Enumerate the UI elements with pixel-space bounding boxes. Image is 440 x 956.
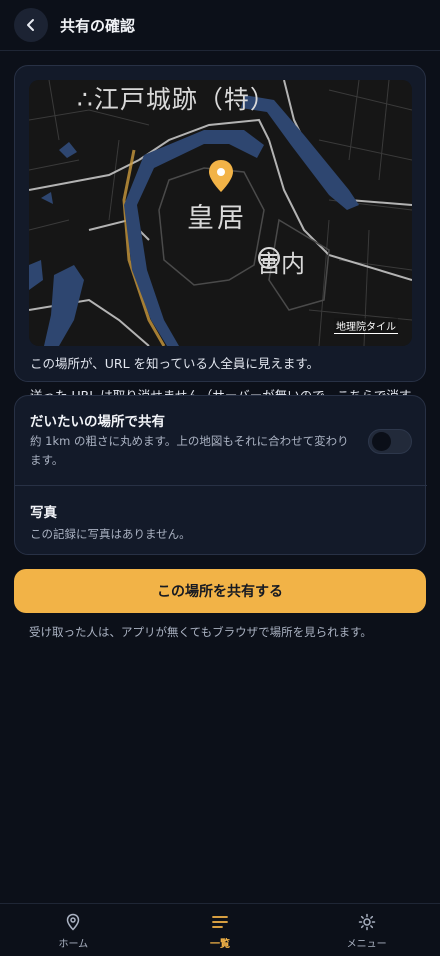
map-label-edo-castle: ∴江戸城跡（特） (77, 85, 276, 114)
share-hint: 受け取った人は、アプリが無くてもブラウザで場所を見られます。 (29, 625, 372, 639)
app-root: 共有の確認 ∴江戸城跡（特） 皇居 宮内 地理院タイル この場所が、URL を知… (0, 0, 440, 956)
nav-item-menu[interactable]: メニュー (293, 904, 440, 956)
map-label-imperial-palace: 皇居 (187, 203, 247, 234)
nav-label-home: ホーム (58, 939, 89, 950)
visibility-notice: この場所が、URL を知っている人全員に見えます。 (30, 356, 320, 371)
nav-item-list[interactable]: 一覧 (147, 904, 294, 956)
photo-title: 写真 (30, 505, 57, 521)
approx-location-option: だいたいの場所で共有 約 1km の粗さに丸めます。上の地図もそれに合わせて変わ… (15, 396, 427, 486)
nav-label-menu: メニュー (346, 939, 387, 950)
map-pin-icon (67, 913, 80, 931)
list-icon (212, 916, 228, 928)
toggle-knob (372, 432, 391, 451)
bottom-nav: ホーム 一覧 メニュー (0, 903, 440, 956)
share-options-card: だいたいの場所で共有 約 1km の粗さに丸めます。上の地図もそれに合わせて変わ… (14, 395, 427, 555)
map-attribution-link[interactable]: 地理院タイル (334, 318, 398, 334)
photo-description: この記録に写真はありません。 (30, 527, 191, 541)
back-button[interactable] (14, 8, 48, 42)
approx-location-toggle[interactable] (368, 429, 412, 454)
page-title: 共有の確認 (60, 16, 136, 35)
nav-label-list: 一覧 (210, 939, 230, 950)
chevron-left-icon (27, 19, 34, 31)
photo-option: 写真 この記録に写真はありません。 (15, 487, 427, 555)
map-label-kunai: 宮内 (257, 250, 305, 278)
header: 共有の確認 (0, 0, 440, 51)
gear-icon (358, 913, 375, 931)
approx-location-description: 約 1km の粗さに丸めます。上の地図もそれに合わせて変わります。 (30, 434, 349, 467)
share-location-button[interactable]: この場所を共有する (14, 569, 426, 613)
approx-location-title: だいたいの場所で共有 (30, 414, 165, 430)
share-preview-card: ∴江戸城跡（特） 皇居 宮内 地理院タイル この場所が、URL を知っている人全… (14, 65, 426, 425)
nav-item-home[interactable]: ホーム (0, 904, 147, 956)
map-preview: ∴江戸城跡（特） 皇居 宮内 地理院タイル (29, 80, 412, 346)
